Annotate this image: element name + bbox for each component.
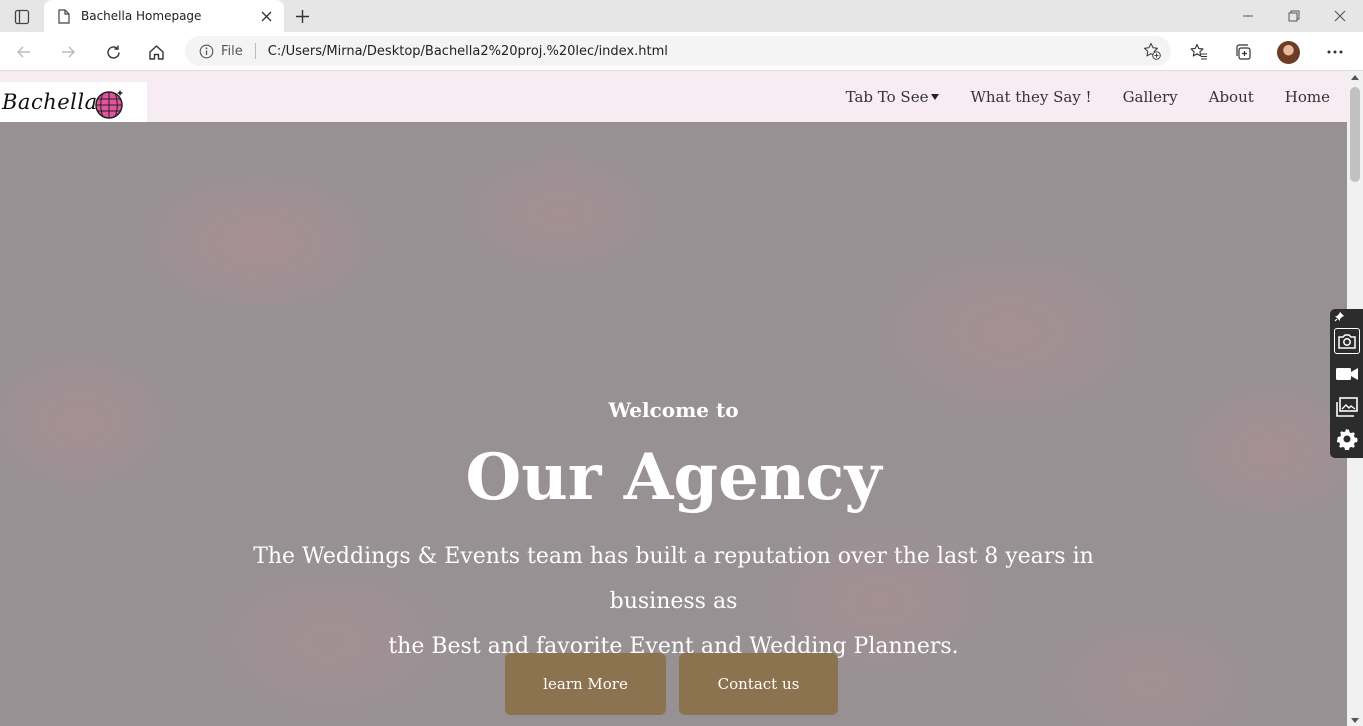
home-icon — [148, 44, 164, 60]
site-navbar: Bachella Tab To See What they Say ! Gall… — [0, 71, 1347, 122]
scroll-thumb[interactable] — [1350, 87, 1360, 182]
url-text[interactable]: C:/Users/Mirna/Desktop/Bachella2%20proj.… — [268, 44, 668, 59]
nav-links: Tab To See What they Say ! Gallery About… — [815, 71, 1330, 122]
minimize-icon — [1243, 15, 1253, 17]
address-bar[interactable]: File C:/Users/Mirna/Desktop/Bachella2%20… — [185, 36, 1171, 66]
close-window-button[interactable] — [1325, 6, 1355, 26]
more-button[interactable] — [1322, 39, 1348, 65]
hero-content: Welcome to Our Agency The Weddings & Eve… — [0, 122, 1347, 726]
hero-section: Welcome to Our Agency The Weddings & Eve… — [0, 122, 1347, 726]
logo-text: Bachella — [2, 90, 98, 114]
url-scheme-label: File — [221, 43, 243, 59]
hero-description-line: the Best and favorite Event and Wedding … — [388, 634, 959, 659]
tab-title: Bachella Homepage — [81, 9, 202, 23]
nav-about[interactable]: About — [1209, 88, 1254, 106]
restore-button[interactable] — [1279, 6, 1309, 26]
scroll-up-arrow-icon[interactable] — [1351, 75, 1359, 80]
profile-avatar[interactable] — [1277, 41, 1300, 64]
plus-icon — [295, 9, 309, 23]
contact-us-button[interactable]: Contact us — [679, 653, 838, 715]
nav-link-label: Tab To See — [845, 87, 929, 106]
refresh-icon — [106, 45, 120, 59]
caret-down-icon — [931, 93, 940, 100]
tab-actions-button[interactable] — [8, 6, 36, 28]
favorites-icon — [1190, 43, 1207, 60]
browser-tab-bar: Bachella Homepage — [0, 0, 1363, 32]
disco-ball-icon — [95, 90, 123, 119]
page-viewport: Bachella Tab To See What they Say ! Gall… — [0, 71, 1347, 726]
refresh-button[interactable] — [100, 39, 126, 65]
back-icon — [17, 46, 30, 58]
page-icon — [57, 8, 71, 24]
add-favorite-icon — [1143, 42, 1161, 60]
close-icon — [261, 11, 271, 21]
forward-button[interactable] — [55, 39, 81, 65]
favorites-button[interactable] — [1186, 39, 1212, 65]
tab-actions-icon — [14, 9, 30, 25]
forward-icon — [62, 46, 75, 58]
new-tab-button[interactable] — [290, 5, 314, 27]
hero-description-line: The Weddings & Events team has built a r… — [253, 544, 1094, 614]
nav-gallery[interactable]: Gallery — [1123, 88, 1178, 106]
learn-more-button[interactable]: learn More — [505, 653, 666, 715]
more-icon — [1327, 50, 1343, 54]
back-button[interactable] — [11, 39, 37, 65]
url-separator — [254, 43, 256, 59]
restore-icon — [1288, 10, 1300, 22]
collections-button[interactable] — [1230, 39, 1256, 65]
browser-tab[interactable]: Bachella Homepage — [44, 0, 284, 32]
nav-home[interactable]: Home — [1285, 88, 1330, 106]
site-logo[interactable]: Bachella — [0, 82, 147, 122]
hero-kicker: Welcome to — [608, 398, 739, 422]
minimize-button[interactable] — [1233, 6, 1263, 26]
close-tab-button[interactable] — [258, 8, 274, 24]
add-favorite-button[interactable] — [1143, 42, 1161, 60]
browser-toolbar: File C:/Users/Mirna/Desktop/Bachella2%20… — [0, 32, 1363, 71]
home-button[interactable] — [143, 39, 169, 65]
nav-tab-to-see-dropdown[interactable]: Tab To See — [846, 88, 940, 106]
scroll-down-arrow-icon[interactable] — [1351, 718, 1359, 723]
close-icon — [1334, 10, 1346, 22]
hero-description: The Weddings & Events team has built a r… — [240, 534, 1107, 669]
hero-title: Our Agency — [465, 440, 882, 515]
collections-icon — [1236, 44, 1251, 60]
info-icon[interactable] — [198, 43, 214, 59]
nav-what-they-say[interactable]: What they Say ! — [970, 88, 1091, 106]
